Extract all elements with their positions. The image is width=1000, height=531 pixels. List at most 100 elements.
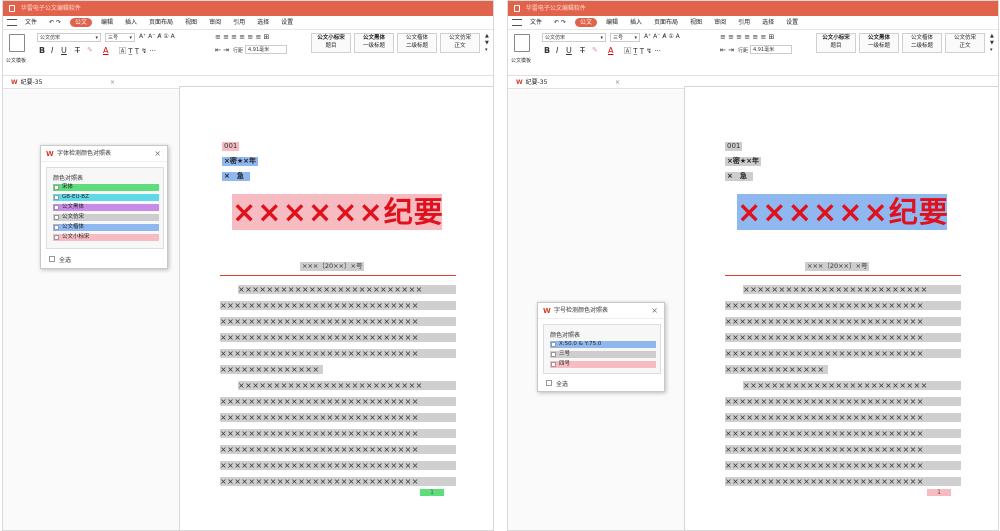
close-icon[interactable]: × bbox=[154, 146, 161, 162]
menu-layout[interactable]: 页面布局 bbox=[648, 16, 684, 30]
align-icons[interactable]: ≡ ≡ ≡ ≡ ≡ ≡ ⊞ bbox=[215, 33, 269, 41]
font-name-select[interactable]: 公文仿宋 ▾ bbox=[542, 33, 606, 42]
menu-hamburger-icon[interactable] bbox=[7, 19, 17, 26]
align-icons[interactable]: ≡ ≡ ≡ ≡ ≡ ≡ ⊞ bbox=[720, 33, 774, 41]
style-body-sub: 正文 bbox=[454, 43, 466, 49]
underline-icon[interactable]: U bbox=[566, 46, 572, 55]
style-scroll[interactable]: ▲ ▼ ▾ bbox=[485, 33, 489, 54]
indent-icons[interactable]: ⇤ ⇥ bbox=[720, 46, 734, 54]
strikethrough-icon[interactable]: T̶ bbox=[75, 46, 80, 55]
highlight-icon[interactable]: ✎ bbox=[592, 46, 598, 54]
menu-reference[interactable]: 引用 bbox=[227, 16, 251, 30]
style-heading2[interactable]: 公文楷体 二级标题 bbox=[397, 33, 437, 53]
checkbox[interactable] bbox=[54, 185, 59, 190]
menu-edit[interactable]: 编辑 bbox=[600, 16, 624, 30]
style-heading1[interactable]: 公文黑体 一级标题 bbox=[859, 33, 899, 53]
menu-hamburger-icon[interactable] bbox=[512, 19, 522, 26]
legend-item[interactable]: 宋体 bbox=[53, 184, 159, 191]
line-spacing-input[interactable]: 4.91毫米 bbox=[245, 45, 287, 54]
menu-insert[interactable]: 插入 bbox=[624, 16, 648, 30]
bold-icon[interactable]: B bbox=[39, 46, 45, 55]
menu-view[interactable]: 视图 bbox=[179, 16, 203, 30]
menu-insert[interactable]: 插入 bbox=[119, 16, 143, 30]
font-grow-shrink-icons[interactable]: A⁺ A⁻ A̸ ① A bbox=[644, 33, 680, 40]
menu-file[interactable]: 文件 bbox=[524, 16, 548, 30]
checkbox[interactable] bbox=[54, 235, 59, 240]
legend-item[interactable]: X:50.0 & Y:75.0 bbox=[550, 341, 656, 348]
document-page[interactable]: 001 ×密★×年 × 急 ××××××纪要 ×××〔20××〕×号 ×××××… bbox=[179, 86, 493, 530]
font-size-value: 三号 bbox=[108, 35, 119, 41]
select-all-checkbox[interactable] bbox=[49, 256, 55, 262]
italic-icon[interactable]: I bbox=[51, 46, 53, 55]
line-spacing-input[interactable]: 4.91毫米 bbox=[750, 45, 792, 54]
menu-gongwen[interactable]: 公文 bbox=[69, 18, 92, 27]
style-body-sub: 正文 bbox=[959, 43, 971, 49]
font-size-select[interactable]: 三号 ▾ bbox=[105, 33, 135, 42]
style-title[interactable]: 公文小标宋 题目 bbox=[816, 33, 856, 53]
style-body[interactable]: 公文仿宋 正文 bbox=[945, 33, 985, 53]
font-size-legend-dialog: W 字号检测颜色对照表 × 颜色对照表 X:50.0 & Y:75.0 三号 四… bbox=[537, 302, 665, 392]
legend-item[interactable]: 公文仿宋 bbox=[53, 214, 159, 221]
indent-icons[interactable]: ⇤ ⇥ bbox=[215, 46, 229, 54]
chevron-down-icon: ▾ bbox=[95, 35, 98, 41]
menu-file[interactable]: 文件 bbox=[19, 16, 43, 30]
style-body[interactable]: 公文仿宋 正文 bbox=[440, 33, 480, 53]
menu-settings[interactable]: 设置 bbox=[780, 16, 804, 30]
undo-icon[interactable]: ↶ ↷ bbox=[548, 16, 572, 30]
bold-icon[interactable]: B bbox=[544, 46, 550, 55]
menu-select[interactable]: 选择 bbox=[756, 16, 780, 30]
menu-review[interactable]: 审阅 bbox=[708, 16, 732, 30]
select-all-checkbox[interactable] bbox=[546, 380, 552, 386]
menu-edit[interactable]: 编辑 bbox=[95, 16, 119, 30]
close-icon[interactable]: × bbox=[651, 303, 658, 319]
menu-reference[interactable]: 引用 bbox=[732, 16, 756, 30]
body-line: ×××××××××××××× bbox=[725, 365, 828, 374]
style-scroll[interactable]: ▲ ▼ ▾ bbox=[990, 33, 994, 54]
legend-item[interactable]: 三号 bbox=[550, 351, 656, 358]
checkbox[interactable] bbox=[54, 215, 59, 220]
undo-icon[interactable]: ↶ ↷ bbox=[43, 16, 67, 30]
checkbox[interactable] bbox=[551, 362, 556, 367]
menu-review[interactable]: 审阅 bbox=[203, 16, 227, 30]
menu-bar: 文件 ↶ ↷ 公文 编辑 插入 页面布局 视图 审阅 引用 选择 设置 bbox=[3, 16, 493, 30]
doc-tab[interactable]: W 纪要-35 × bbox=[7, 77, 119, 89]
wps-logo-icon: W bbox=[543, 307, 551, 315]
font-name-select[interactable]: 公文仿宋 ▾ bbox=[37, 33, 101, 42]
highlight-icon[interactable]: ✎ bbox=[87, 46, 93, 54]
body-line: ×××××××××××××××××××××××××××× bbox=[725, 301, 961, 310]
checkbox[interactable] bbox=[54, 205, 59, 210]
document-page[interactable]: 001 ×密★×年 × 急 ××××××纪要 ×××〔20××〕×号 ×××××… bbox=[684, 86, 998, 530]
checkbox[interactable] bbox=[54, 225, 59, 230]
close-icon[interactable]: × bbox=[615, 77, 620, 88]
menu-gongwen[interactable]: 公文 bbox=[574, 18, 597, 27]
char-format-icons[interactable]: 🄰 T̲ T̤ ↯ ··· bbox=[119, 46, 156, 56]
underline-icon[interactable]: U bbox=[61, 46, 67, 55]
font-size-select[interactable]: 三号 ▾ bbox=[610, 33, 640, 42]
char-format-icons[interactable]: 🄰 T̲ T̤ ↯ ··· bbox=[624, 46, 661, 56]
legend-item[interactable]: 四号 bbox=[550, 361, 656, 368]
document-template-icon[interactable] bbox=[514, 34, 530, 52]
font-grow-shrink-icons[interactable]: A⁺ A⁻ A̸ ① A bbox=[139, 33, 175, 40]
font-color-icon[interactable]: A bbox=[103, 46, 108, 55]
strikethrough-icon[interactable]: T̶ bbox=[580, 46, 585, 55]
menu-settings[interactable]: 设置 bbox=[275, 16, 299, 30]
checkbox[interactable] bbox=[551, 352, 556, 357]
doc-tab[interactable]: W 纪要-35 × bbox=[512, 77, 624, 89]
menu-view[interactable]: 视图 bbox=[684, 16, 708, 30]
legend-item[interactable]: GB-EU-BZ bbox=[53, 194, 159, 201]
legend-item[interactable]: 公文楷体 bbox=[53, 224, 159, 231]
font-color-icon[interactable]: A bbox=[608, 46, 613, 55]
checkbox[interactable] bbox=[551, 342, 556, 347]
menu-select[interactable]: 选择 bbox=[251, 16, 275, 30]
checkbox[interactable] bbox=[54, 195, 59, 200]
menu-layout[interactable]: 页面布局 bbox=[143, 16, 179, 30]
style-heading2[interactable]: 公文楷体 二级标题 bbox=[902, 33, 942, 53]
legend-item[interactable]: 公文黑体 bbox=[53, 204, 159, 211]
select-all-label: 全选 bbox=[59, 257, 72, 264]
italic-icon[interactable]: I bbox=[556, 46, 558, 55]
close-icon[interactable]: × bbox=[110, 77, 115, 88]
style-heading1[interactable]: 公文黑体 一级标题 bbox=[354, 33, 394, 53]
style-title[interactable]: 公文小标宋 题目 bbox=[311, 33, 351, 53]
legend-item[interactable]: 公文小标宋 bbox=[53, 234, 159, 241]
document-template-icon[interactable] bbox=[9, 34, 25, 52]
